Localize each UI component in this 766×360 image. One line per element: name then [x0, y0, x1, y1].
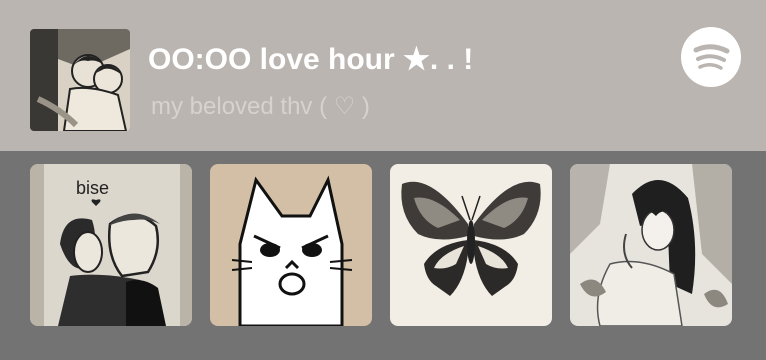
playlist-subtitle: my beloved thv ( ♡ )	[151, 93, 370, 120]
butterfly-image	[390, 164, 552, 326]
playlist-cover-art[interactable]	[30, 29, 130, 131]
spotify-logo-icon[interactable]	[681, 27, 741, 87]
anime-girl-sketch-image	[570, 164, 732, 326]
playlist-title: OO:OO love hour ★. . !	[148, 43, 474, 76]
tile-butterfly[interactable]	[390, 164, 552, 326]
tile-caption: bise	[76, 178, 109, 198]
manga-kiss-image: bise	[30, 164, 192, 326]
cover-illustration	[30, 29, 130, 131]
spotify-waves-icon	[693, 44, 730, 70]
tile-manga-kiss[interactable]: bise	[30, 164, 192, 326]
playlist-header: OO:OO love hour ★. . ! my beloved thv ( …	[0, 0, 766, 151]
tile-angry-cat[interactable]	[210, 164, 372, 326]
angry-cat-image	[210, 164, 372, 326]
tile-anime-girl[interactable]	[570, 164, 732, 326]
